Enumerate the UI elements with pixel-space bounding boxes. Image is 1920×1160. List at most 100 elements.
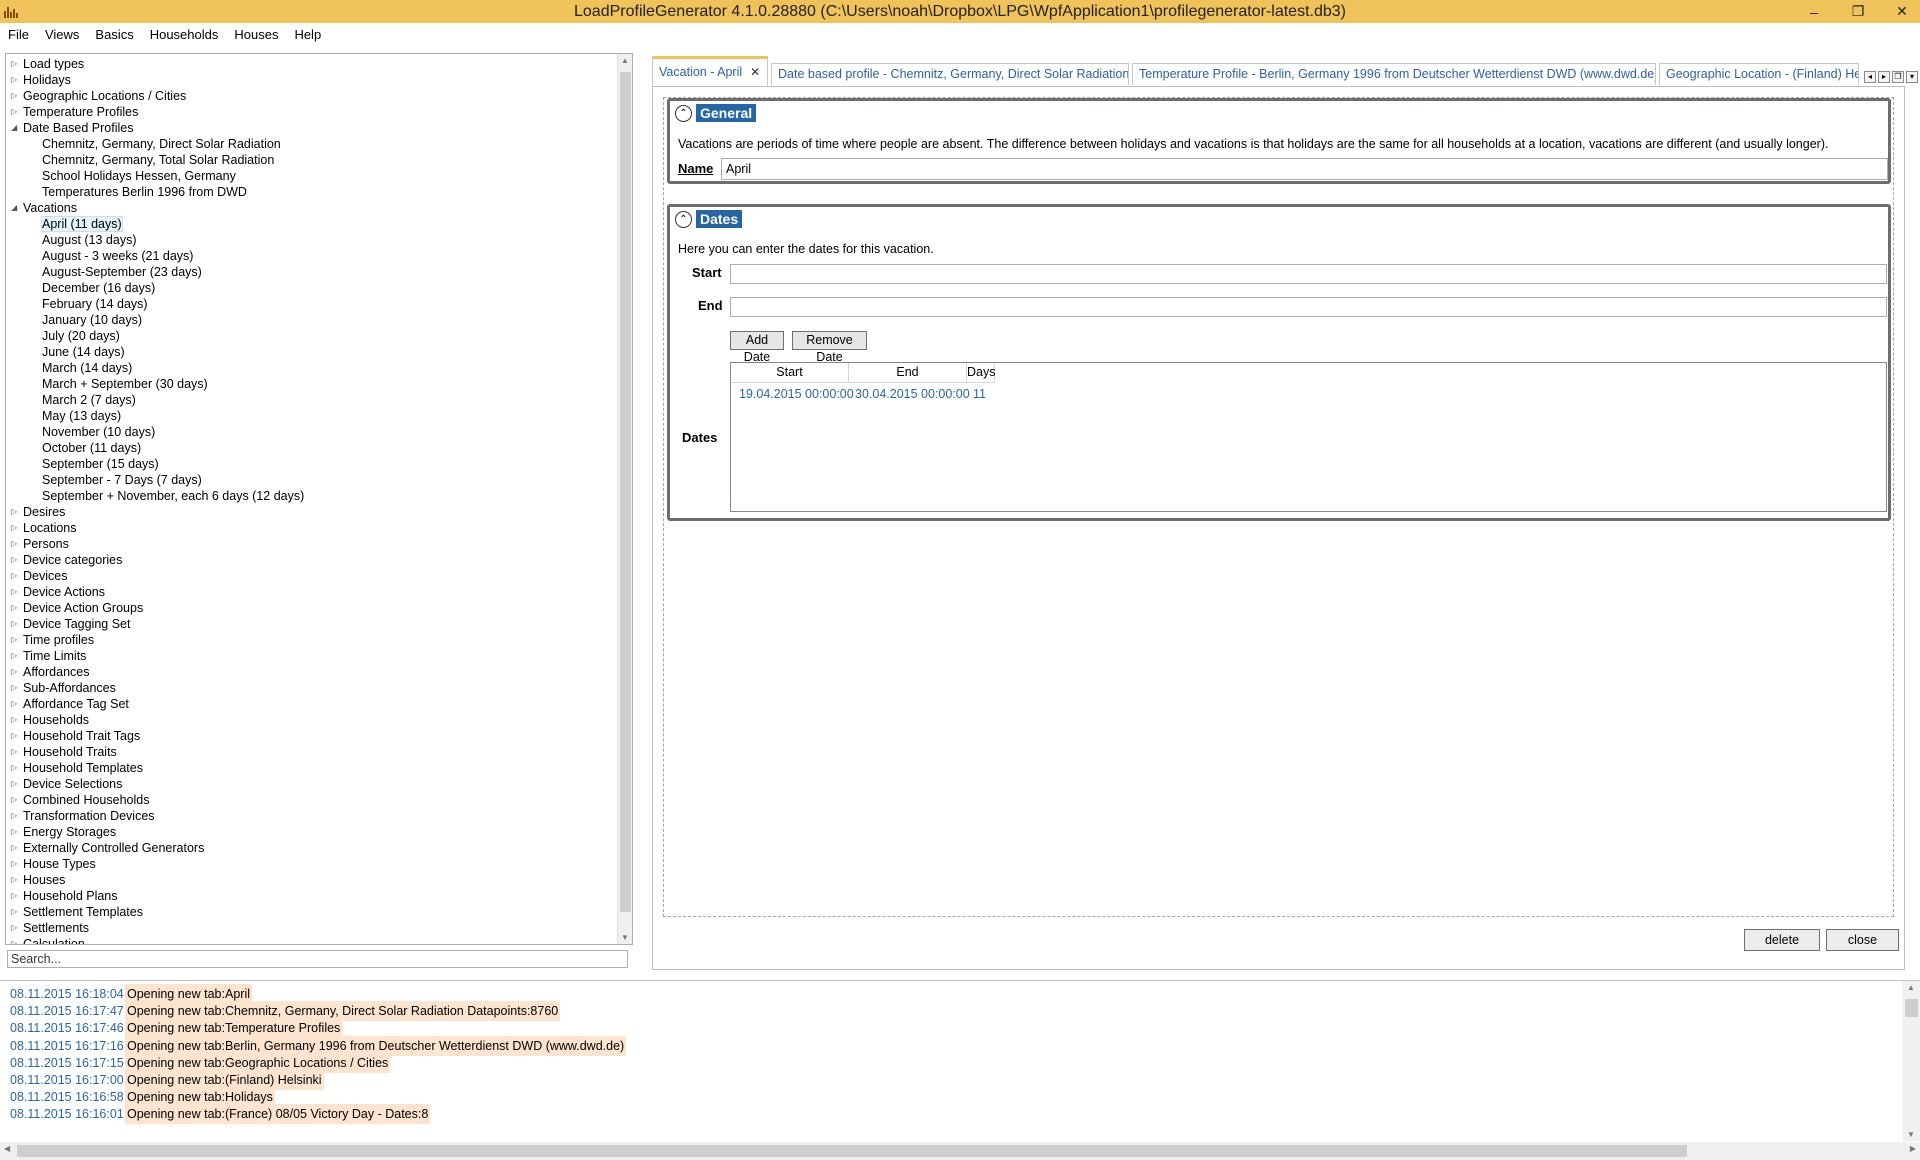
tree-item[interactable]: ▷ Locations xyxy=(6,520,618,536)
tree-item[interactable]: ▷ Time profiles xyxy=(6,632,618,648)
tree-item[interactable]: ▷ Device Actions xyxy=(6,584,618,600)
collapsed-arrow-icon[interactable]: ▷ xyxy=(11,808,21,824)
tab-close-icon[interactable]: ✕ xyxy=(750,65,760,79)
scroll-down-icon[interactable]: ▼ xyxy=(621,933,629,942)
start-date-field[interactable] xyxy=(730,264,1887,284)
tree-item[interactable]: ▷ Household Plans xyxy=(6,888,618,904)
tree-item[interactable]: ▷ Household Templates xyxy=(6,760,618,776)
collapsed-arrow-icon[interactable]: ▷ xyxy=(11,552,21,568)
close-button[interactable]: close xyxy=(1826,929,1899,951)
tree-item[interactable]: August (13 days) xyxy=(6,232,618,248)
expanded-arrow-icon[interactable]: ◢ xyxy=(11,200,21,216)
scroll-up-icon[interactable]: ▲ xyxy=(1907,983,1915,992)
delete-button[interactable]: delete xyxy=(1744,929,1820,951)
menu-views[interactable]: Views xyxy=(37,27,87,42)
tree-item[interactable]: April (11 days) xyxy=(6,216,618,232)
menu-file[interactable]: File xyxy=(0,27,37,42)
tree-item[interactable]: ▷ Settlements xyxy=(6,920,618,936)
tree-item[interactable]: May (13 days) xyxy=(6,408,618,424)
collapsed-arrow-icon[interactable]: ▷ xyxy=(11,72,21,88)
menu-help[interactable]: Help xyxy=(286,27,329,42)
collapsed-arrow-icon[interactable]: ▷ xyxy=(11,728,21,744)
dates-table[interactable]: Start End Days 19.04.2015 00:00:00 30.04… xyxy=(730,362,1887,512)
collapse-dates-icon[interactable]: ⌃ xyxy=(675,210,692,228)
tree-item[interactable]: ▷ Sub-Affordances xyxy=(6,680,618,696)
tree-item[interactable]: ▷ Houses xyxy=(6,872,618,888)
collapsed-arrow-icon[interactable]: ▷ xyxy=(11,584,21,600)
tree-item[interactable]: June (14 days) xyxy=(6,344,618,360)
tree-item[interactable]: ▷ House Types xyxy=(6,856,618,872)
tab-date-based-profile[interactable]: Date based profile - Chemnitz, Germany, … xyxy=(771,63,1129,85)
collapsed-arrow-icon[interactable]: ▷ xyxy=(11,56,21,72)
log-hscroll-thumb[interactable] xyxy=(17,1145,1687,1157)
tab-geographic-location[interactable]: Geographic Location - (Finland) He xyxy=(1659,63,1859,85)
collapsed-arrow-icon[interactable]: ▷ xyxy=(11,504,21,520)
column-header-start[interactable]: Start xyxy=(731,363,849,383)
tree-item[interactable]: ▷ Externally Controlled Generators xyxy=(6,840,618,856)
log-vertical-scrollbar[interactable]: ▲ ▼ xyxy=(1903,981,1920,1141)
collapsed-arrow-icon[interactable]: ▷ xyxy=(11,872,21,888)
collapsed-arrow-icon[interactable]: ▷ xyxy=(11,568,21,584)
tree-item[interactable]: September (15 days) xyxy=(6,456,618,472)
tree-item[interactable]: March 2 (7 days) xyxy=(6,392,618,408)
minimize-button[interactable]: – xyxy=(1804,4,1824,20)
tree-item[interactable]: ▷ Households xyxy=(6,712,618,728)
tree-item[interactable]: Chemnitz, Germany, Direct Solar Radiatio… xyxy=(6,136,618,152)
scroll-up-icon[interactable]: ▲ xyxy=(621,56,629,65)
tree-item[interactable]: November (10 days) xyxy=(6,424,618,440)
close-window-button[interactable]: ✕ xyxy=(1892,3,1912,20)
tree-item[interactable]: December (16 days) xyxy=(6,280,618,296)
collapsed-arrow-icon[interactable]: ▷ xyxy=(11,776,21,792)
tree-item[interactable]: ▷ Device Action Groups xyxy=(6,600,618,616)
tab-menu-icon[interactable]: ▾ xyxy=(1906,71,1918,83)
tree-item[interactable]: ▷ Settlement Templates xyxy=(6,904,618,920)
restore-button[interactable]: ❐ xyxy=(1848,3,1868,20)
tab-scroll-left-icon[interactable]: ◂ xyxy=(1864,71,1876,83)
collapse-general-icon[interactable]: ⌃ xyxy=(675,104,692,122)
remove-date-button[interactable]: Remove Date xyxy=(792,331,867,364)
collapsed-arrow-icon[interactable]: ▷ xyxy=(11,104,21,120)
log-horizontal-scrollbar[interactable]: ◀ ▶ xyxy=(0,1142,1920,1160)
tree-item[interactable]: Temperatures Berlin 1996 from DWD xyxy=(6,184,618,200)
tab-scroll-right-icon[interactable]: ▸ xyxy=(1878,71,1890,83)
collapsed-arrow-icon[interactable]: ▷ xyxy=(11,632,21,648)
tab-temperature-profile[interactable]: Temperature Profile - Berlin, Germany 19… xyxy=(1132,63,1656,85)
collapsed-arrow-icon[interactable]: ▷ xyxy=(11,664,21,680)
log-scroll-thumb[interactable] xyxy=(1905,999,1918,1017)
tree-item[interactable]: ▷ Load types xyxy=(6,56,618,72)
scroll-left-icon[interactable]: ◀ xyxy=(4,1144,10,1153)
collapsed-arrow-icon[interactable]: ▷ xyxy=(11,536,21,552)
collapsed-arrow-icon[interactable]: ▷ xyxy=(11,616,21,632)
collapsed-arrow-icon[interactable]: ▷ xyxy=(11,648,21,664)
collapsed-arrow-icon[interactable]: ▷ xyxy=(11,696,21,712)
tree-item[interactable]: School Holidays Hessen, Germany xyxy=(6,168,618,184)
tree-item[interactable]: ▷ Transformation Devices xyxy=(6,808,618,824)
collapsed-arrow-icon[interactable]: ▷ xyxy=(11,760,21,776)
scroll-right-icon[interactable]: ▶ xyxy=(1910,1144,1916,1153)
tree-item[interactable]: February (14 days) xyxy=(6,296,618,312)
collapsed-arrow-icon[interactable]: ▷ xyxy=(11,792,21,808)
menu-basics[interactable]: Basics xyxy=(87,27,141,42)
tree-item[interactable]: ▷ Household Trait Tags xyxy=(6,728,618,744)
tree-item[interactable]: ▷ Devices xyxy=(6,568,618,584)
tree-item[interactable]: ▷ Desires xyxy=(6,504,618,520)
tree-item[interactable]: July (20 days) xyxy=(6,328,618,344)
collapsed-arrow-icon[interactable]: ▷ xyxy=(11,712,21,728)
collapsed-arrow-icon[interactable]: ▷ xyxy=(11,920,21,936)
tree-item[interactable]: August-September (23 days) xyxy=(6,264,618,280)
tree-item[interactable]: August - 3 weeks (21 days) xyxy=(6,248,618,264)
tree-item[interactable]: October (11 days) xyxy=(6,440,618,456)
expanded-arrow-icon[interactable]: ◢ xyxy=(11,120,21,136)
tree-item[interactable]: ◢ Date Based Profiles xyxy=(6,120,618,136)
tree-item[interactable]: ▷ Device Tagging Set xyxy=(6,616,618,632)
tree-item[interactable]: March + September (30 days) xyxy=(6,376,618,392)
collapsed-arrow-icon[interactable]: ▷ xyxy=(11,824,21,840)
tree-item[interactable]: ▷ Temperature Profiles xyxy=(6,104,618,120)
tree-item[interactable]: ▷ Household Traits xyxy=(6,744,618,760)
end-date-field[interactable] xyxy=(730,297,1887,317)
collapsed-arrow-icon[interactable]: ▷ xyxy=(11,936,21,944)
collapsed-arrow-icon[interactable]: ▷ xyxy=(11,600,21,616)
collapsed-arrow-icon[interactable]: ▷ xyxy=(11,888,21,904)
tree-scrollbar[interactable]: ▲ ▼ xyxy=(617,54,632,944)
menu-houses[interactable]: Houses xyxy=(226,27,286,42)
